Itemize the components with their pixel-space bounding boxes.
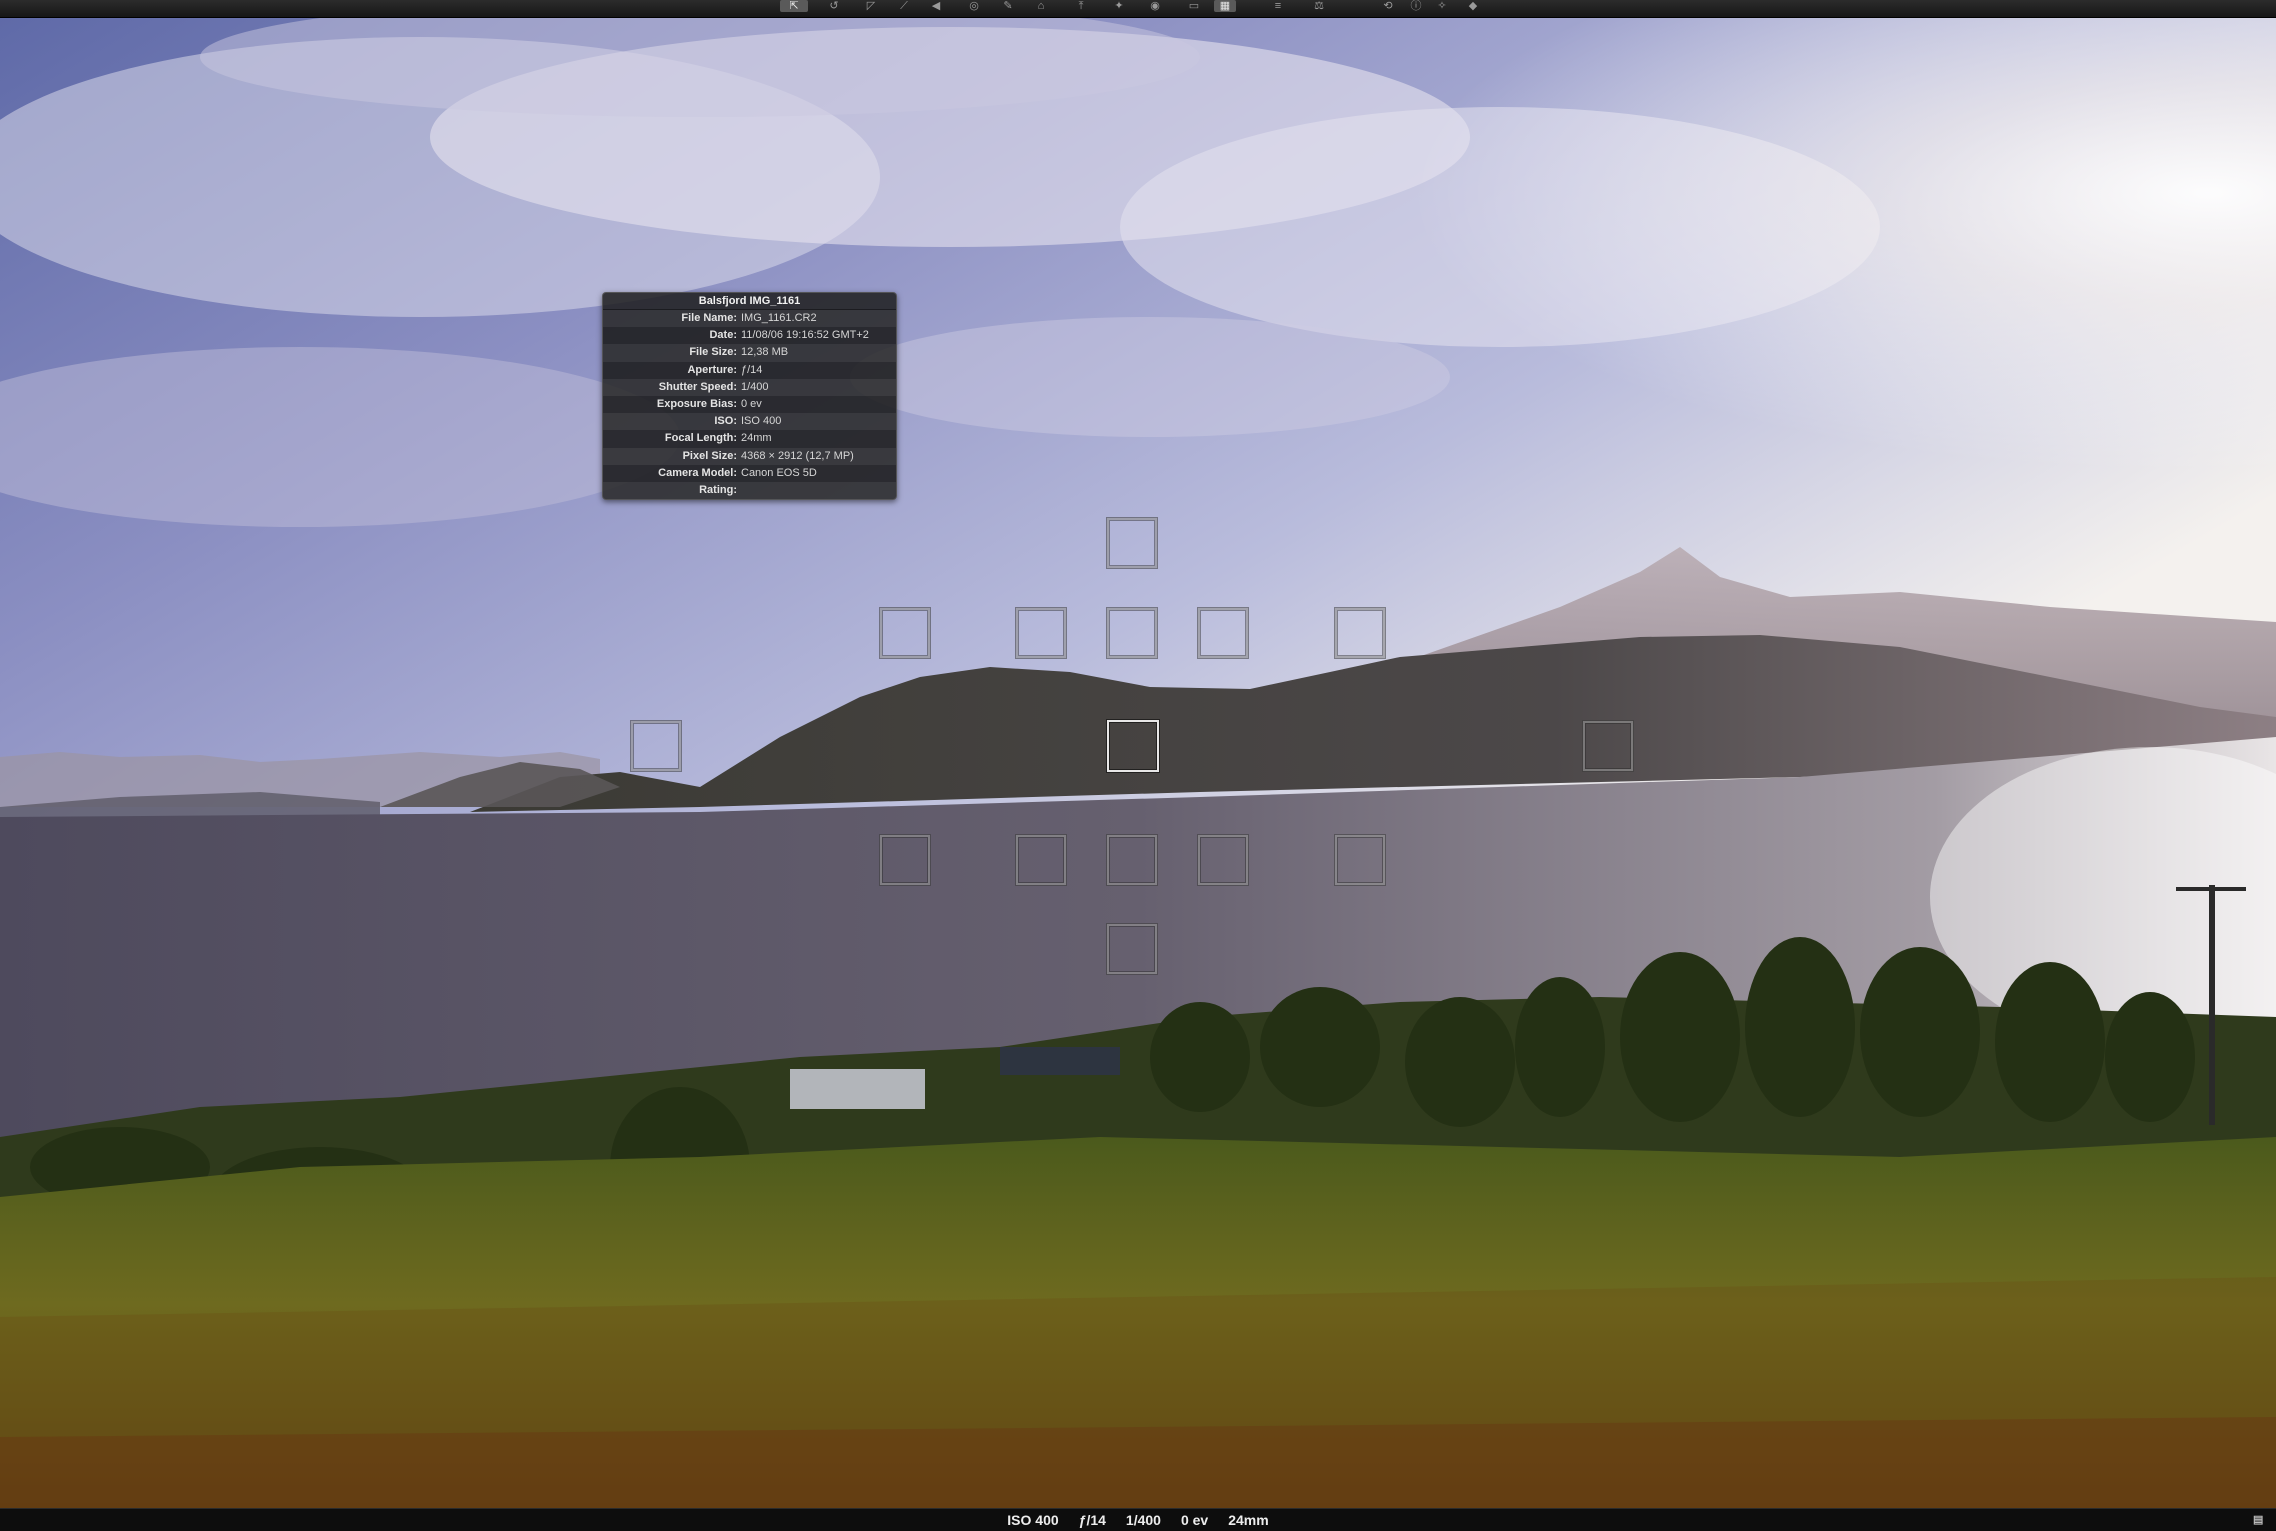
- hud-row: Focal Length: 24mm: [603, 430, 896, 448]
- hud-row: Date: 11/08/06 19:16:52 GMT+2: [603, 327, 896, 345]
- hud-label: Exposure Bias:: [656, 397, 737, 410]
- panel-toggle-icon[interactable]: ▤: [2253, 1513, 2266, 1526]
- af-point-lower-left: [1015, 834, 1067, 886]
- hud-row: File Size: 12,38 MB: [603, 344, 896, 362]
- af-point-lower-right: [1197, 834, 1249, 886]
- hud-value: ISO 400: [741, 415, 782, 428]
- flag-tool-icon[interactable]: ◀: [925, 0, 947, 12]
- hud-value: 11/08/06 19:16:52 GMT+2: [741, 329, 869, 342]
- af-point-lower-far-right: [1334, 834, 1386, 886]
- af-point-lower-far-left: [879, 834, 931, 886]
- hud-value: 4368 × 2912 (12,7 MP): [741, 449, 854, 462]
- adjust-icon[interactable]: ◆: [1466, 0, 1480, 12]
- select-tool-icon[interactable]: ⇱: [780, 0, 808, 12]
- page-tool-icon[interactable]: ▭: [1183, 0, 1205, 12]
- af-point-upper-far-right: [1334, 607, 1386, 659]
- metadata-hud[interactable]: Balsfjord IMG_1161 File Name: IMG_1161.CR…: [602, 292, 897, 501]
- hud-title: Balsfjord IMG_1161: [603, 293, 896, 310]
- af-point-far-right: [1582, 720, 1634, 772]
- rotate-icon[interactable]: ⟲: [1375, 0, 1401, 12]
- hud-label: Camera Model:: [658, 466, 737, 479]
- hud-value: 1/400: [741, 380, 769, 393]
- hud-label: Rating:: [699, 483, 737, 496]
- af-point-bottom: [1106, 923, 1158, 975]
- hud-row: Aperture: ƒ/14: [603, 361, 896, 379]
- af-point-far-left: [630, 720, 682, 772]
- hud-label: Aperture:: [687, 363, 737, 376]
- hud-label: Pixel Size:: [682, 449, 737, 462]
- straighten-tool-icon[interactable]: ⟋: [893, 0, 915, 12]
- hud-row: Rating:: [603, 481, 896, 500]
- hud-value: 24mm: [741, 432, 772, 445]
- status-aperture: ƒ/14: [1078, 1512, 1106, 1528]
- stamp-tool-icon[interactable]: ⌂: [1030, 0, 1052, 12]
- hud-row: Shutter Speed: 1/400: [603, 378, 896, 396]
- af-point-center-selected: [1107, 720, 1159, 772]
- hud-row: Pixel Size: 4368 × 2912 (12,7 MP): [603, 447, 896, 465]
- hud-label: Focal Length:: [664, 432, 737, 445]
- lift-tool-icon[interactable]: ⤒: [1070, 0, 1092, 12]
- af-point-top: [1106, 517, 1158, 569]
- hud-row: Camera Model: Canon EOS 5D: [603, 464, 896, 482]
- hud-value: ƒ/14: [741, 363, 763, 376]
- af-point-upper-right: [1197, 607, 1249, 659]
- lasso-tool-icon[interactable]: ↺: [823, 0, 845, 12]
- hud-label: ISO:: [714, 415, 737, 428]
- grid-view-icon[interactable]: ▦: [1214, 0, 1236, 12]
- af-point-upper-far-left: [879, 607, 931, 659]
- status-exposure: 0 ev: [1180, 1512, 1209, 1528]
- hud-label: File Size:: [689, 346, 737, 359]
- hud-row: Exposure Bias: 0 ev: [603, 395, 896, 414]
- info-icon[interactable]: ⓘ: [1406, 0, 1426, 12]
- status-bar: ISO 400 ƒ/14 1/400 0 ev 24mm ▤: [0, 1508, 2276, 1531]
- hud-label: Shutter Speed:: [658, 380, 737, 393]
- brush-tool-icon[interactable]: ✦: [1108, 0, 1130, 12]
- hud-row: File Name: IMG_1161.CR2: [603, 310, 896, 328]
- hud-value: IMG_1161.CR2: [741, 312, 817, 324]
- loupe-tool-icon[interactable]: ◎: [963, 0, 985, 12]
- red-eye-tool-icon[interactable]: ◉: [1142, 0, 1168, 12]
- photo-viewer-window: ⇱ ↺ ◸ ⟋ ◀ ◎ ✎ ⌂ ⤒ ✦ ◉ ▭ ▦ ≡ ⚖ ⟲ ⓘ ✧ ◆ Ba…: [0, 0, 2276, 1531]
- af-point-lower-center: [1106, 834, 1158, 886]
- hud-label: Date:: [709, 329, 737, 342]
- hud-value: 12,38 MB: [741, 346, 789, 359]
- af-point-upper-center: [1106, 607, 1158, 659]
- hud-value: Canon EOS 5D: [741, 466, 817, 479]
- hud-rows: File Name: IMG_1161.CR2 Date: 11/08/06 19:1…: [603, 310, 896, 500]
- list-view-icon[interactable]: ≡: [1267, 0, 1289, 12]
- hud-value: [741, 482, 896, 499]
- hud-label: File Name:: [681, 312, 737, 324]
- main-photo: [0, 17, 2276, 1509]
- top-toolbar: ⇱ ↺ ◸ ⟋ ◀ ◎ ✎ ⌂ ⤒ ✦ ◉ ▭ ▦ ≡ ⚖ ⟲ ⓘ ✧ ◆: [0, 0, 2276, 18]
- status-shutter: 1/400: [1125, 1512, 1161, 1528]
- retouch-tool-icon[interactable]: ✎: [995, 0, 1021, 12]
- hud-row: ISO: ISO 400: [603, 413, 896, 431]
- af-point-upper-left: [1015, 607, 1067, 659]
- status-focal-length: 24mm: [1228, 1512, 1269, 1528]
- compare-icon[interactable]: ⚖: [1306, 0, 1332, 12]
- crop-tool-icon[interactable]: ◸: [860, 0, 882, 12]
- magic-icon[interactable]: ✧: [1432, 0, 1452, 12]
- status-iso: ISO 400: [1007, 1512, 1059, 1528]
- hud-value: 0 ev: [741, 397, 762, 410]
